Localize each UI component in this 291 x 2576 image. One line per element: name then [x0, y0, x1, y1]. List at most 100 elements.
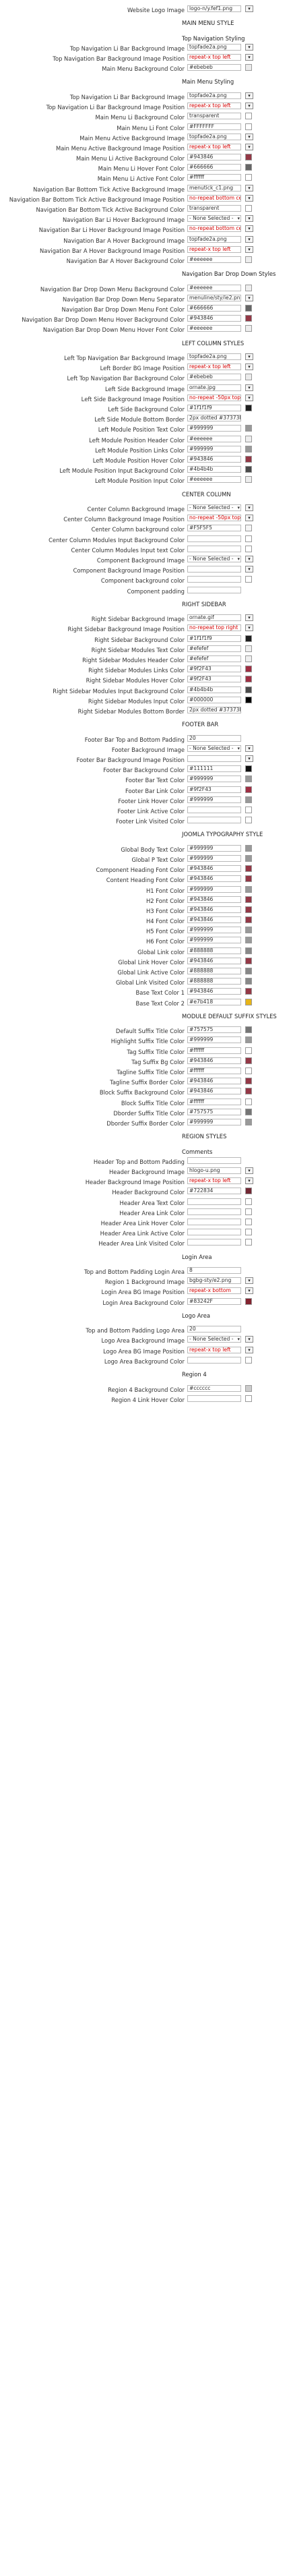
setting-input[interactable]: #999999 [187, 775, 241, 783]
setting-input[interactable] [187, 817, 241, 824]
setting-input[interactable]: 2px dotted #37373F [187, 706, 241, 713]
setting-input[interactable]: #943846 [187, 1078, 241, 1085]
color-swatch[interactable] [245, 405, 252, 411]
setting-input[interactable]: #ebebeb [187, 64, 241, 71]
setting-input[interactable]: #1f1f1f9 [187, 405, 241, 411]
dropdown-toggle-icon[interactable]: ▾ [245, 133, 253, 140]
color-swatch[interactable] [245, 1297, 252, 1305]
setting-input[interactable]: #4b4b4b [187, 466, 241, 473]
setting-input[interactable]: menutick_c1.png [187, 184, 241, 192]
dropdown-toggle-icon[interactable]: ▾ [245, 566, 253, 573]
setting-input[interactable] [187, 1218, 241, 1225]
color-swatch[interactable] [245, 1108, 252, 1115]
setting-input[interactable]: #943846 [187, 988, 241, 995]
setting-input[interactable]: no-repeat bottom center [187, 194, 241, 202]
setting-input[interactable]: 20 [187, 734, 241, 742]
color-swatch[interactable] [245, 205, 252, 212]
setting-input[interactable] [187, 586, 241, 593]
setting-input[interactable]: #999999 [187, 796, 241, 803]
dropdown-toggle-icon[interactable]: ▾ [245, 1167, 253, 1174]
dropdown-toggle-icon[interactable]: ▾ [245, 143, 253, 150]
color-swatch[interactable] [245, 775, 252, 783]
dropdown-toggle-icon[interactable]: ▾ [245, 394, 253, 401]
color-swatch[interactable] [245, 957, 252, 964]
color-swatch[interactable] [245, 937, 252, 944]
setting-input[interactable]: bgbg-sty/e2.png [187, 1277, 241, 1285]
setting-input[interactable]: #cccccc [187, 1384, 241, 1392]
setting-input[interactable]: repeat-x top left [187, 363, 241, 371]
color-swatch[interactable] [245, 466, 252, 473]
setting-input[interactable]: #83242F [187, 1297, 241, 1305]
setting-input[interactable]: #943846 [187, 916, 241, 924]
setting-input[interactable]: #e7b418 [187, 998, 241, 1005]
setting-input[interactable] [187, 566, 241, 573]
color-swatch[interactable] [245, 786, 252, 793]
setting-input[interactable]: #ffffff [187, 1047, 241, 1054]
dropdown-toggle-icon[interactable]: ▾ [245, 184, 253, 192]
setting-input[interactable]: #943846 [187, 1057, 241, 1064]
color-swatch[interactable] [245, 885, 252, 893]
color-swatch[interactable] [245, 696, 252, 703]
color-swatch[interactable] [245, 978, 252, 985]
color-swatch[interactable] [245, 325, 252, 332]
setting-input[interactable]: #888888 [187, 947, 241, 954]
setting-input[interactable]: #1f1f1f9 [187, 635, 241, 642]
setting-input[interactable]: #999999 [187, 425, 241, 432]
color-swatch[interactable] [245, 968, 252, 974]
color-swatch[interactable] [245, 875, 252, 883]
color-swatch[interactable] [245, 123, 252, 130]
dropdown-toggle-icon[interactable]: ▾ [245, 54, 253, 61]
setting-select[interactable]: - None Selected - ▾ [187, 744, 241, 752]
color-swatch[interactable] [245, 256, 252, 263]
setting-input[interactable]: #999999 [187, 844, 241, 852]
color-swatch[interactable] [245, 1229, 252, 1236]
color-swatch[interactable] [245, 1036, 252, 1044]
setting-input[interactable]: #666666 [187, 305, 241, 312]
setting-input[interactable]: repeat-x top left [187, 1177, 241, 1185]
setting-input[interactable]: no-repeat bottom center [187, 225, 241, 233]
color-swatch[interactable] [245, 174, 252, 181]
color-swatch[interactable] [245, 666, 252, 673]
color-swatch[interactable] [245, 1218, 252, 1225]
color-swatch[interactable] [245, 817, 252, 824]
setting-input[interactable]: topfade2a.png [187, 235, 241, 243]
setting-input[interactable]: no-repeat top right [187, 624, 241, 632]
dropdown-toggle-icon[interactable]: ▾ [245, 755, 253, 762]
setting-input[interactable]: #999999 [187, 937, 241, 944]
setting-input[interactable]: transparent [187, 205, 241, 212]
setting-input[interactable]: #999999 [187, 927, 241, 934]
color-swatch[interactable] [245, 1395, 252, 1402]
dropdown-toggle-icon[interactable]: ▾ [245, 245, 253, 253]
setting-input[interactable]: #FFFFFFF [187, 123, 241, 130]
dropdown-toggle-icon[interactable]: ▾ [245, 294, 253, 301]
setting-input[interactable]: #eeeeee [187, 325, 241, 332]
color-swatch[interactable] [245, 844, 252, 852]
color-swatch[interactable] [245, 374, 252, 381]
color-swatch[interactable] [245, 896, 252, 903]
dropdown-toggle-icon[interactable]: ▾ [245, 1277, 253, 1285]
color-swatch[interactable] [245, 1078, 252, 1085]
color-swatch[interactable] [245, 645, 252, 652]
setting-input[interactable]: 8 [187, 1267, 241, 1274]
setting-input[interactable] [187, 806, 241, 813]
dropdown-toggle-icon[interactable]: ▾ [245, 215, 253, 223]
setting-input[interactable]: topfade2a.png [187, 92, 241, 99]
dropdown-toggle-icon[interactable]: ▾ [245, 744, 253, 752]
dropdown-toggle-icon[interactable]: ▾ [245, 384, 253, 391]
setting-input[interactable]: #efefef [187, 655, 241, 662]
setting-input[interactable]: #4b4b4b [187, 686, 241, 693]
setting-select[interactable]: - None Selected - ▾ [187, 555, 241, 562]
color-swatch[interactable] [245, 154, 252, 161]
setting-input[interactable]: #943846 [187, 1088, 241, 1095]
setting-input[interactable]: #9f2F43 [187, 666, 241, 673]
setting-input[interactable]: #111111 [187, 765, 241, 773]
dropdown-toggle-icon[interactable]: ▾ [245, 194, 253, 202]
setting-input[interactable]: #eeeeee [187, 476, 241, 484]
dropdown-toggle-icon[interactable]: ▾ [245, 504, 253, 511]
setting-input[interactable]: #722834 [187, 1188, 241, 1195]
color-swatch[interactable] [245, 1067, 252, 1074]
setting-input[interactable]: repeat-x bottom [187, 1287, 241, 1295]
setting-input[interactable]: #943846 [187, 865, 241, 873]
dropdown-toggle-icon[interactable]: ▾ [245, 235, 253, 243]
color-swatch[interactable] [245, 1057, 252, 1064]
